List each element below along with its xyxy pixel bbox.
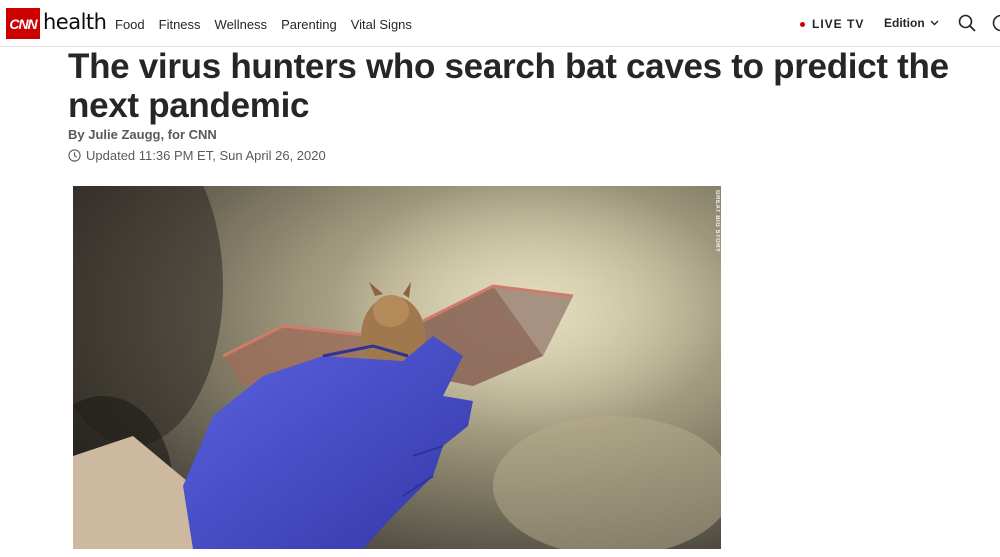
live-tv-link[interactable]: LIVE TV [800, 17, 864, 31]
article-byline[interactable]: By Julie Zaugg, for CNN [68, 127, 217, 142]
top-navigation-bar: CNN health Food Fitness Wellness Parenti… [0, 0, 1000, 47]
nav-item-parenting[interactable]: Parenting [281, 17, 337, 32]
nav-item-vital-signs[interactable]: Vital Signs [351, 17, 412, 32]
cnn-logo[interactable]: CNN [6, 8, 40, 39]
video-player[interactable]: GREAT BIG STORY [73, 186, 721, 549]
clock-icon [68, 149, 81, 162]
nav-item-food[interactable]: Food [115, 17, 145, 32]
article-headline: The virus hunters who search bat caves t… [68, 47, 949, 125]
search-icon[interactable] [958, 14, 976, 32]
live-tv-label: LIVE TV [812, 17, 865, 31]
video-thumbnail-bat [73, 186, 721, 549]
video-credit: GREAT BIG STORY [714, 190, 720, 253]
chevron-down-icon [930, 20, 939, 26]
edition-label: Edition [884, 16, 925, 30]
nav-item-fitness[interactable]: Fitness [159, 17, 201, 32]
account-icon[interactable] [992, 14, 1000, 32]
article-updated-text: Updated 11:36 PM ET, Sun April 26, 2020 [86, 148, 326, 163]
live-dot-icon [800, 21, 805, 27]
edition-dropdown[interactable]: Edition [884, 16, 939, 30]
article-timestamp: Updated 11:36 PM ET, Sun April 26, 2020 [68, 148, 326, 163]
section-nav: Food Fitness Wellness Parenting Vital Si… [115, 17, 412, 32]
nav-item-wellness[interactable]: Wellness [215, 17, 268, 32]
section-logo-health[interactable]: health [43, 10, 107, 34]
